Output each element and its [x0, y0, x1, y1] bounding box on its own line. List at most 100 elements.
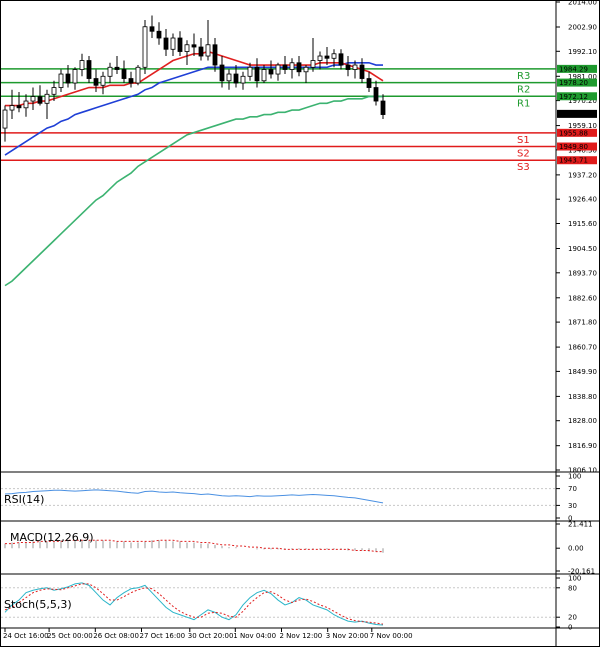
- candle-body: [366, 78, 372, 88]
- candle-body: [37, 96, 43, 104]
- candle-body: [205, 44, 211, 57]
- y-tick-label: 30: [568, 502, 577, 510]
- level-tag-text: 1943.71: [559, 157, 588, 165]
- candle-body: [317, 55, 323, 61]
- y-tick-label: 20: [568, 614, 577, 622]
- x-tick-label: 3 Nov 20:00: [326, 632, 369, 640]
- candle-body: [310, 60, 316, 68]
- y-tick-label: 1926.40: [568, 196, 597, 204]
- rsi-panel: 10070300RSI(14): [1, 473, 581, 523]
- y-tick-label: 21.411: [568, 521, 593, 529]
- y-tick-label: 1937.20: [568, 171, 597, 179]
- candle-body: [65, 73, 71, 84]
- x-tick-label: 2 Nov 12:00: [280, 632, 323, 640]
- rsi-line: [4, 489, 384, 504]
- candle-body: [142, 26, 148, 68]
- candle-body: [226, 73, 232, 82]
- level-label: R2: [517, 85, 530, 96]
- macd-title: MACD(12,26,9): [10, 531, 94, 544]
- candle-body: [184, 44, 190, 52]
- candle-body: [72, 69, 78, 84]
- candle-body: [247, 66, 253, 77]
- candle-body: [345, 64, 351, 70]
- candle-body: [128, 78, 134, 84]
- candle-body: [44, 93, 50, 104]
- level-label: S1: [517, 135, 530, 146]
- y-tick-label: 1904.50: [568, 245, 597, 253]
- y-tick-label: 1860.70: [568, 344, 597, 352]
- level-label: R3: [517, 71, 530, 82]
- x-tick-label: 1 Nov 04:00: [233, 632, 276, 640]
- y-tick-label: 70: [568, 485, 577, 493]
- y-tick-label: 1828.00: [568, 417, 597, 425]
- level-tag-text: 1984.29: [559, 65, 588, 73]
- candle-body: [275, 64, 281, 75]
- y-tick-label: 80: [568, 584, 577, 592]
- macd-panel: 21.4110.00-20.161MACD(12,26,9): [4, 521, 595, 576]
- candle-body: [2, 109, 8, 129]
- candle-body: [324, 55, 330, 59]
- ma-line: [4, 95, 383, 287]
- y-tick-label: 2014.00: [568, 0, 597, 7]
- y-tick-label: 1849.90: [568, 368, 597, 376]
- candle-body: [240, 75, 246, 84]
- candle-body: [289, 62, 295, 70]
- candle-body: [100, 75, 106, 86]
- level-tag-text: 1949.80: [559, 143, 588, 151]
- level-label: S3: [517, 162, 530, 173]
- y-tick-label: 1893.70: [568, 269, 597, 277]
- candle-body: [114, 66, 120, 70]
- candle-body: [156, 30, 162, 39]
- candle-body: [16, 105, 22, 109]
- candle-body: [79, 60, 85, 70]
- rsi-title: RSI(14): [4, 493, 44, 506]
- candle-body: [51, 87, 57, 95]
- candle-body: [30, 96, 36, 102]
- y-tick-label: 1816.90: [568, 442, 597, 450]
- candle-body: [121, 69, 127, 79]
- candle-body: [191, 44, 197, 48]
- candle-body: [331, 53, 337, 59]
- candle-body: [359, 64, 365, 79]
- price-chart: 2014.002002.901992.101981.001970.201959.…: [0, 0, 600, 647]
- candle-body: [261, 69, 267, 82]
- price-panel: 2014.002002.901992.101981.001970.201959.…: [0, 0, 600, 647]
- level-tag-text: 1978.20: [559, 79, 588, 87]
- time-axis: 24 Oct 16:0025 Oct 00:00 26 Oct 08:00 27 O…: [3, 628, 413, 640]
- level-label: S2: [517, 149, 530, 160]
- y-tick-label: 1838.80: [568, 393, 597, 401]
- candle-body: [23, 100, 29, 109]
- candle-body: [198, 46, 204, 57]
- y-tick-label: 0.00: [568, 545, 584, 553]
- stoch-panel: 10080 20 0 Stoch(5,5,3): [1, 575, 581, 632]
- candle-body: [58, 73, 64, 88]
- x-tick-label: 25 Oct 00:00: [47, 632, 93, 640]
- y-tick-label: 100: [568, 473, 581, 481]
- y-tick-label: 2002.90: [568, 23, 597, 31]
- y-tick-label: 0: [568, 624, 572, 632]
- candle-body: [254, 66, 260, 82]
- y-tick-label: 100: [568, 575, 581, 583]
- candle-body: [373, 87, 379, 102]
- y-tick-label: 1871.80: [568, 319, 597, 327]
- candle-body: [135, 66, 141, 84]
- candle-body: [282, 64, 288, 70]
- candle-body: [303, 66, 309, 73]
- last-price-tag-text: 1964.30: [559, 110, 588, 118]
- candle-body: [380, 100, 386, 115]
- y-tick-label: 1882.60: [568, 294, 597, 302]
- candle-body: [93, 78, 99, 86]
- candle-body: [163, 37, 169, 50]
- level-tag-text: 1955.88: [559, 129, 588, 137]
- x-tick-label: 7 Nov 00:00: [370, 632, 413, 640]
- candle-body: [338, 53, 344, 66]
- x-tick-label: 27 Oct 16:00: [140, 632, 186, 640]
- candle-body: [352, 64, 358, 70]
- stoch-title: Stoch(5,5,3): [4, 598, 72, 611]
- candle-body: [107, 66, 113, 77]
- level-label: R1: [517, 98, 530, 109]
- candle-body: [268, 69, 274, 75]
- candle-body: [170, 37, 176, 50]
- candle-body: [86, 60, 92, 79]
- candle-body: [233, 73, 239, 84]
